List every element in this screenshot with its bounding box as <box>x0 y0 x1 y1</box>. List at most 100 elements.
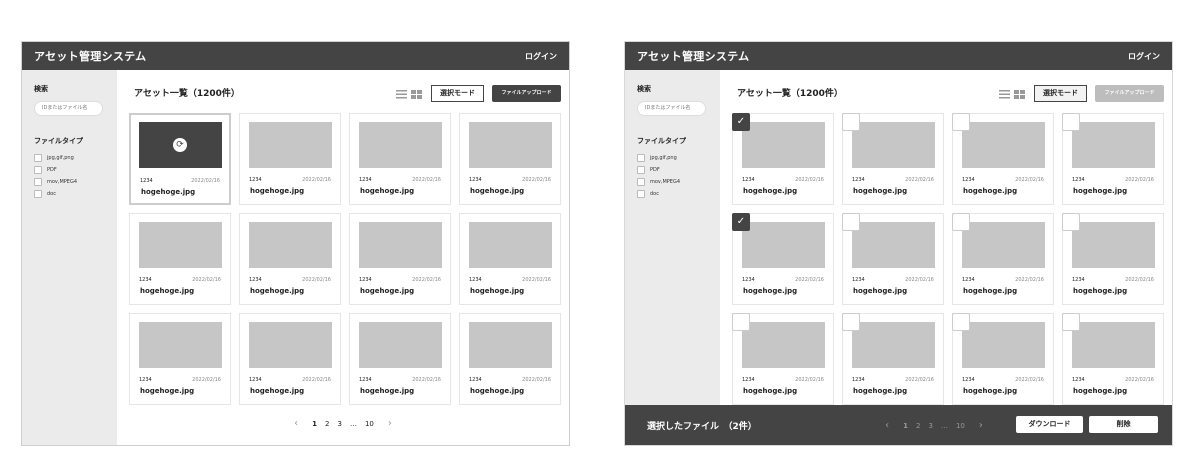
page-link[interactable]: 3 <box>928 422 932 430</box>
page-link[interactable]: 1 <box>312 420 317 428</box>
asset-id: 1234 <box>742 277 755 283</box>
search-input[interactable] <box>34 100 103 116</box>
sidebar: 検索 ファイルタイプ jpg,gif,png PDF mov,MPEG4 doc <box>625 70 720 445</box>
asset-thumbnail <box>249 122 332 168</box>
asset-list-screen: アセット管理システム ログイン 検索 ファイルタイプ jpg,gif,png P… <box>21 41 570 446</box>
checkbox[interactable] <box>34 165 42 174</box>
asset-thumbnail <box>1072 122 1155 168</box>
login-link[interactable]: ログイン <box>1128 51 1160 62</box>
filetype-filter-image[interactable]: jpg,gif,png <box>637 152 708 164</box>
select-checkbox[interactable] <box>1062 113 1080 131</box>
select-checkbox[interactable] <box>952 213 970 231</box>
asset-name: hogehoge.jpg <box>963 287 1018 295</box>
asset-card[interactable]: 1234 2022/02/16 hogehoge.jpg <box>1062 213 1164 305</box>
download-button[interactable]: ダウンロード <box>1016 416 1083 433</box>
asset-id: 1234 <box>469 377 482 383</box>
asset-card[interactable]: 1234 2022/02/16 hogehoge.jpg <box>952 213 1054 305</box>
page-link[interactable]: 10 <box>956 422 965 430</box>
select-mode-button[interactable]: 選択モード <box>431 85 484 102</box>
asset-card[interactable]: 1234 2022/02/16 hogehoge.jpg <box>952 113 1054 205</box>
check-icon[interactable]: ✓ <box>732 213 750 231</box>
file-upload-button[interactable]: ファイルアップロード <box>492 85 561 102</box>
asset-thumbnail <box>139 322 222 368</box>
prev-page-icon[interactable]: ‹ <box>294 418 298 429</box>
asset-thumbnail <box>249 222 332 268</box>
list-view-icon[interactable] <box>396 90 407 99</box>
next-page-icon[interactable]: › <box>388 418 392 429</box>
page-link[interactable]: 10 <box>365 420 374 428</box>
select-checkbox[interactable] <box>842 213 860 231</box>
asset-card[interactable]: 1234 2022/02/16 hogehoge.jpg <box>842 313 944 405</box>
login-link[interactable]: ログイン <box>525 51 557 62</box>
select-checkbox[interactable] <box>732 313 750 331</box>
filetype-filter-image[interactable]: jpg,gif,png <box>34 152 105 164</box>
checkbox[interactable] <box>637 177 645 186</box>
checkbox[interactable] <box>637 153 645 162</box>
grid-view-icon[interactable] <box>411 90 422 99</box>
asset-card[interactable]: 1234 2022/02/16 hogehoge.jpg <box>239 113 341 205</box>
asset-card[interactable]: 1234 2022/02/16 hogehoge.jpg <box>952 313 1054 405</box>
asset-name: hogehoge.jpg <box>250 187 305 195</box>
select-checkbox[interactable] <box>952 113 970 131</box>
asset-card[interactable]: ✓ 1234 2022/02/16 hogehoge.jpg <box>732 213 834 305</box>
asset-name: hogehoge.jpg <box>743 287 798 295</box>
select-checkbox[interactable] <box>842 313 860 331</box>
page-link[interactable]: 1 <box>903 422 908 430</box>
asset-card[interactable]: ⟳ 1234 2022/02/16 hogehoge.jpg <box>129 113 231 205</box>
filetype-filter-pdf[interactable]: PDF <box>637 164 708 176</box>
asset-id: 1234 <box>962 177 975 183</box>
asset-date: 2022/02/16 <box>1015 377 1044 383</box>
next-page-icon[interactable]: › <box>979 420 983 431</box>
asset-card[interactable]: 1234 2022/02/16 hogehoge.jpg <box>239 313 341 405</box>
checkbox[interactable] <box>34 153 42 162</box>
select-mode-button[interactable]: 選択モード <box>1034 85 1087 102</box>
asset-card[interactable]: 1234 2022/02/16 hogehoge.jpg <box>129 213 231 305</box>
checkbox[interactable] <box>637 165 645 174</box>
delete-button[interactable]: 削除 <box>1089 416 1158 433</box>
asset-date: 2022/02/16 <box>1125 277 1154 283</box>
check-icon[interactable]: ✓ <box>732 113 750 131</box>
prev-page-icon[interactable]: ‹ <box>885 420 889 431</box>
page-link[interactable]: 2 <box>325 420 329 428</box>
filetype-filter-doc[interactable]: doc <box>34 188 105 200</box>
select-checkbox[interactable] <box>1062 313 1080 331</box>
asset-name: hogehoge.jpg <box>140 287 195 295</box>
asset-card[interactable]: 1234 2022/02/16 hogehoge.jpg <box>1062 313 1164 405</box>
filetype-filter-pdf[interactable]: PDF <box>34 164 105 176</box>
asset-card[interactable]: ✓ 1234 2022/02/16 hogehoge.jpg <box>732 113 834 205</box>
asset-card[interactable]: 1234 2022/02/16 hogehoge.jpg <box>842 113 944 205</box>
checkbox[interactable] <box>34 189 42 198</box>
checkbox[interactable] <box>637 189 645 198</box>
select-checkbox[interactable] <box>842 113 860 131</box>
filetype-filter-doc[interactable]: doc <box>637 188 708 200</box>
page-link[interactable]: 2 <box>916 422 920 430</box>
asset-card[interactable]: 1234 2022/02/16 hogehoge.jpg <box>349 313 451 405</box>
page-link[interactable]: 3 <box>337 420 341 428</box>
asset-date: 2022/02/16 <box>1015 177 1044 183</box>
asset-card[interactable]: 1234 2022/02/16 hogehoge.jpg <box>1062 113 1164 205</box>
asset-card[interactable]: 1234 2022/02/16 hogehoge.jpg <box>349 213 451 305</box>
main-content: アセット一覧（1200件） 選択モード ファイルアップロード ⟳ 1234 2022… <box>117 70 569 445</box>
asset-card[interactable]: 1234 2022/02/16 hogehoge.jpg <box>349 113 451 205</box>
asset-card[interactable]: 1234 2022/02/16 hogehoge.jpg <box>239 213 341 305</box>
file-upload-button[interactable]: ファイルアップロード <box>1095 85 1164 102</box>
search-input[interactable] <box>637 100 706 116</box>
filetype-filter-video[interactable]: mov,MPEG4 <box>637 176 708 188</box>
pagination: ‹ 1 2 3 … 10 › <box>861 420 1007 431</box>
list-view-icon[interactable] <box>999 90 1010 99</box>
asset-card[interactable]: 1234 2022/02/16 hogehoge.jpg <box>129 313 231 405</box>
asset-card[interactable]: 1234 2022/02/16 hogehoge.jpg <box>459 213 561 305</box>
select-checkbox[interactable] <box>952 313 970 331</box>
asset-card[interactable]: 1234 2022/02/16 hogehoge.jpg <box>459 113 561 205</box>
select-checkbox[interactable] <box>1062 213 1080 231</box>
asset-card[interactable]: 1234 2022/02/16 hogehoge.jpg <box>732 313 834 405</box>
grid-view-icon[interactable] <box>1014 90 1025 99</box>
asset-thumbnail <box>852 322 935 368</box>
asset-card[interactable]: 1234 2022/02/16 hogehoge.jpg <box>842 213 944 305</box>
asset-thumbnail <box>962 222 1045 268</box>
asset-id: 1234 <box>1072 277 1085 283</box>
asset-name: hogehoge.jpg <box>360 287 415 295</box>
asset-card[interactable]: 1234 2022/02/16 hogehoge.jpg <box>459 313 561 405</box>
checkbox[interactable] <box>34 177 42 186</box>
filetype-filter-video[interactable]: mov,MPEG4 <box>34 176 105 188</box>
